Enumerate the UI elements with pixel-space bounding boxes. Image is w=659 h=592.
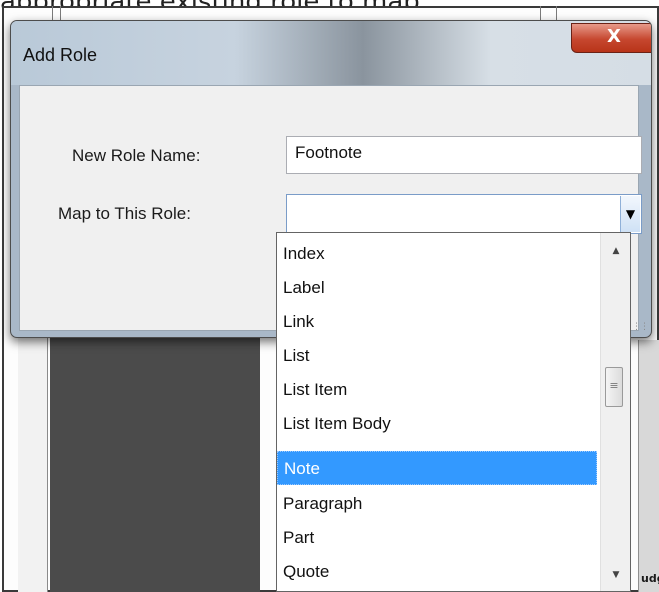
scroll-up-icon[interactable]: ▲ [601, 241, 630, 261]
dialog-title: Add Role [23, 45, 98, 65]
chevron-down-icon: ▼ [625, 207, 636, 221]
close-button[interactable]: X [571, 23, 651, 53]
background-dark-panel [50, 330, 260, 592]
close-icon: X [607, 26, 621, 47]
role-dropdown-list: Index Label Link List List Item List Ite… [276, 232, 631, 592]
list-item[interactable]: List Item [277, 373, 597, 407]
list-item[interactable]: List [277, 339, 597, 373]
list-item[interactable]: List Item Body [277, 407, 597, 441]
new-role-name-label: New Role Name: [72, 146, 201, 165]
list-item[interactable]: Paragraph [277, 487, 597, 521]
list-item[interactable]: Index [277, 237, 597, 271]
dropdown-toggle-button[interactable]: ▼ [620, 196, 640, 232]
dialog-titlebar[interactable]: Add Role X [11, 21, 651, 85]
background-corner-text: udg [641, 572, 659, 585]
list-item-selected[interactable]: Note [277, 451, 597, 485]
dropdown-scrollbar[interactable]: ▲ ≡ ▼ [600, 233, 630, 591]
scroll-thumb[interactable]: ≡ [605, 367, 623, 407]
resize-grip-icon[interactable]: ⋮⋮ [632, 322, 649, 332]
map-to-role-label: Map to This Role: [58, 204, 191, 223]
list-item[interactable]: Link [277, 305, 597, 339]
new-role-name-input[interactable]: Footnote [286, 136, 642, 174]
scroll-down-icon[interactable]: ▼ [601, 565, 630, 585]
background-right-strip [638, 340, 659, 592]
list-item[interactable]: Label [277, 271, 597, 305]
background-left-panel [18, 330, 48, 592]
map-to-role-select[interactable]: ▼ [286, 194, 642, 234]
list-item[interactable]: Part [277, 521, 597, 555]
list-item[interactable]: Quote [277, 555, 597, 589]
